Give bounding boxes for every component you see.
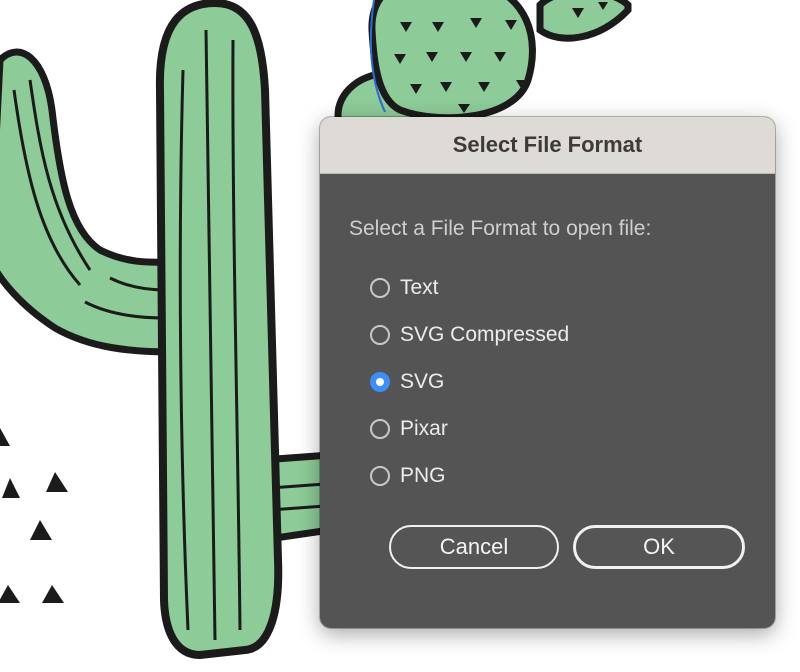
option-label: Pixar <box>400 416 448 440</box>
option-svg-compressed[interactable]: SVG Compressed <box>370 311 569 358</box>
tall-cactus <box>155 0 283 659</box>
radio-svg-selected[interactable] <box>370 371 390 392</box>
option-label: PNG <box>400 463 446 487</box>
cancel-button[interactable]: Cancel <box>389 525 559 569</box>
option-pixar[interactable]: Pixar <box>370 405 569 452</box>
option-text[interactable]: Text <box>370 264 569 311</box>
radio-text[interactable] <box>370 277 390 298</box>
decorative-triangles <box>0 428 68 603</box>
format-options: Text SVG Compressed SVG Pixar PNG <box>370 264 569 499</box>
dialog-titlebar: Select File Format <box>320 117 775 174</box>
ok-button[interactable]: OK <box>573 525 745 569</box>
radio-png[interactable] <box>370 465 390 486</box>
select-file-format-dialog: Select File Format Select a File Format … <box>320 117 775 628</box>
dialog-prompt: Select a File Format to open file: <box>349 217 652 240</box>
radio-svg-compressed[interactable] <box>370 324 390 345</box>
option-label: Text <box>400 275 439 299</box>
option-svg[interactable]: SVG <box>370 358 569 405</box>
radio-pixar[interactable] <box>370 418 390 439</box>
left-cactus-arm <box>0 48 179 356</box>
option-label: SVG <box>400 369 445 393</box>
option-label: SVG Compressed <box>400 322 570 346</box>
dialog-title: Select File Format <box>452 132 643 157</box>
option-png[interactable]: PNG <box>370 452 569 499</box>
